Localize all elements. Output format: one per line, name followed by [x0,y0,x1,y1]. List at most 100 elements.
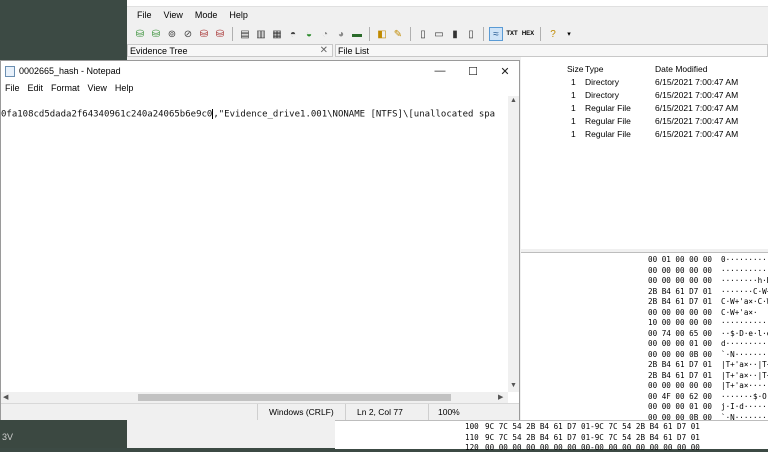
new-document-icon[interactable]: ▯ [416,27,430,41]
export-image-icon[interactable]: ▤ [238,27,252,41]
row-date-modified: 6/15/2021 7:00:47 AM [655,129,739,139]
toolbar-separator [483,27,484,41]
paste-icon[interactable]: ▯ [464,27,478,41]
horizontal-scrollbar[interactable]: ◀ ▶ [1,392,508,403]
verify-icon[interactable]: ◧ [375,27,389,41]
desktop-background [0,418,127,448]
hex-ascii: |T+'a×··|T+'a×· [721,360,768,369]
obtain-protected-icon[interactable]: ◔ [318,27,332,41]
horizontal-scroll-thumb[interactable] [138,394,451,401]
remove-all-icon[interactable]: ⛁ [197,27,211,41]
hex-bytes: 00 00 00 00 00 [648,265,713,275]
maximize-button[interactable]: ☐ [458,63,488,79]
export-hash-icon[interactable]: ▥ [254,27,268,41]
row-size: 1 [571,77,576,87]
text-view-icon[interactable]: TXT [505,27,519,41]
copy-icon[interactable]: ▮ [448,27,462,41]
export-files-icon[interactable]: ◓ [286,27,300,41]
hex-offset: 110 [465,432,479,442]
scroll-up-icon[interactable]: ▲ [510,97,517,104]
hex-view-icon[interactable]: HEX [521,27,535,41]
detect-encryption-icon[interactable]: ◕ [334,27,348,41]
hex-bytes: 9C 7C 54 2B B4 61 D7 01-9C 7C 54 2B B4 6… [485,422,700,431]
toolbar-separator [410,27,411,41]
hex-ascii: ··············· [721,318,768,327]
column-type[interactable]: Type [585,64,603,74]
hex-bytes: 00 00 00 01 00 [648,402,713,411]
hex-bytes: 00 00 00 0B 00 [648,349,713,359]
status-zoom: 100% [438,407,460,417]
menu-file[interactable]: File [131,10,158,20]
row-size: 1 [571,103,576,113]
hex-bytes: 9C 7C 54 2B B4 61 D7 01-9C 7C 54 2B B4 6… [485,432,700,442]
hex-ascii: ·······C·W+'a×· [721,286,768,296]
menu-help[interactable]: Help [223,10,254,20]
toolbar-separator [369,27,370,41]
notepad-title-bar[interactable]: 0002665_hash - Notepad — ☐ ✕ [1,61,519,81]
evidence-tree-label: Evidence Tree [130,45,188,56]
text-line: 0fa108cd5dada2f64340961c240a24065b6e9c0,… [1,109,495,120]
ftk-toolbar: ⛁ ⛁ ⊚ ⊘ ⛁ ⛁ ▤ ▥ ▦ ◓ ◒ ◔ ◕ ▬ ◧ ✎ ▯ ▭ ▮ ▯ … [127,24,768,44]
notepad-menu-view[interactable]: View [84,83,111,93]
hex-ascii: |T+'a×········· [721,381,768,390]
hex-ascii: ········h·R···· [721,276,768,285]
notepad-status-bar: Windows (CRLF) Ln 2, Col 77 100% [1,403,519,420]
hex-ascii: |T+'a×··|T+'a×· [721,370,768,380]
status-separator [257,404,258,420]
hex-bytes: 2B B4 61 D7 01 [648,297,713,306]
dropdown-arrow-icon[interactable]: ▾ [562,27,576,41]
hex-bytes: 00 00 00 00 00 [648,381,713,390]
remove-evidence-icon[interactable]: ⊘ [181,27,195,41]
row-type: Regular File [585,103,631,113]
memory-capture-icon[interactable]: ▬ [350,27,364,41]
file-list: Size Type Date Modified 1 Directory 6/15/2… [521,57,768,249]
scroll-down-icon[interactable]: ▼ [510,382,517,389]
export-directory-icon[interactable]: ◒ [302,27,316,41]
key-icon[interactable]: ✎ [391,27,405,41]
save-icon[interactable]: ▦ [270,27,284,41]
row-size: 1 [571,90,576,100]
menu-view[interactable]: View [158,10,189,20]
row-size: 1 [571,116,576,126]
row-date-modified: 6/15/2021 7:00:47 AM [655,90,739,100]
ftk-title-strip [127,0,768,7]
scroll-left-icon[interactable]: ◀ [3,393,8,401]
add-all-evidence-icon[interactable]: ⛁ [149,27,163,41]
notepad-menu-help[interactable]: Help [111,83,138,93]
notepad-icon [5,65,15,77]
vertical-scrollbar[interactable]: ▲ ▼ [508,96,519,392]
close-icon[interactable]: ✕ [320,45,328,56]
ftk-menubar: File View Mode Help [127,7,768,23]
hex-bytes: 00 01 00 00 00 [648,255,713,264]
hex-ascii: 0·············· [721,255,768,264]
hex-bytes: 00 74 00 65 00 [648,328,713,338]
notepad-menu-edit[interactable]: Edit [24,83,48,93]
notepad-menu-file[interactable]: File [1,83,24,93]
column-size[interactable]: Size [567,64,584,74]
notepad-menubar: File Edit Format View Help [1,81,519,95]
image-mount-icon[interactable]: ⊚ [165,27,179,41]
hex-bytes: 2B B4 61 D7 01 [648,360,713,369]
add-evidence-icon[interactable]: ⛁ [133,27,147,41]
minimize-button[interactable]: — [425,63,455,79]
notepad-text-area[interactable]: 0fa108cd5dada2f64340961c240a24065b6e9c0,… [1,96,508,392]
create-image-icon[interactable]: ⛁ [213,27,227,41]
status-line-ending: Windows (CRLF) [269,407,334,417]
menu-mode[interactable]: Mode [189,10,224,20]
status-separator [345,404,346,420]
notepad-menu-format[interactable]: Format [47,83,84,93]
row-size: 1 [571,129,576,139]
hex-ascii: C·W+'a×·C·W+'a×· [721,297,768,306]
hex-offset: 100 [465,422,479,431]
row-type: Regular File [585,116,631,126]
close-button[interactable]: ✕ [490,63,520,79]
help-icon[interactable]: ? [546,27,560,41]
hex-bytes: 00 4F 00 62 00 [648,391,713,401]
column-date-modified[interactable]: Date Modified [655,64,707,74]
hex-bytes: 00 00 00 00 00 [648,307,713,317]
auto-view-icon[interactable]: ≈ [489,27,503,41]
hex-viewer-lower: 100 9C 7C 54 2B B4 61 D7 01-9C 7C 54 2B B… [335,420,768,452]
scroll-right-icon[interactable]: ▶ [498,393,503,401]
document-icon[interactable]: ▭ [432,27,446,41]
row-type: Regular File [585,129,631,139]
